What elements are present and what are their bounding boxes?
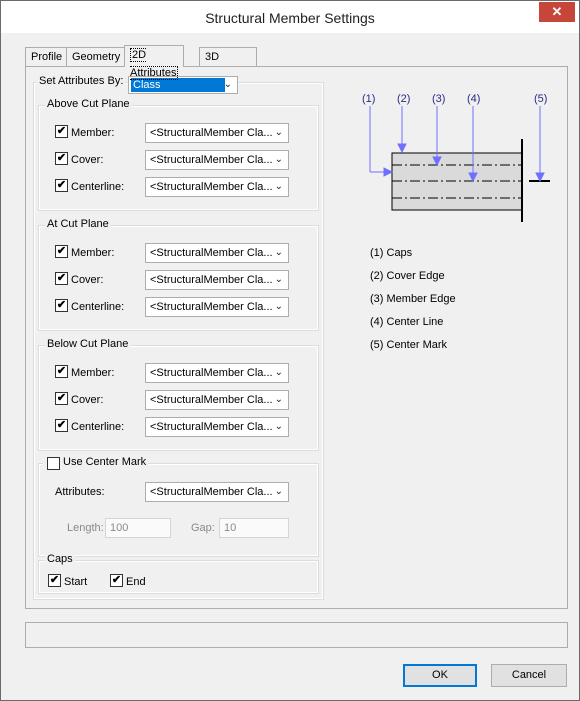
above-centerline-label: Centerline: (71, 181, 125, 193)
gap-label: Gap: (191, 522, 215, 534)
title-bar: Structural Member Settings ✕ (1, 1, 579, 33)
at-member-label: Member: (71, 247, 115, 259)
marker-2: (2) (397, 93, 410, 105)
tab-panel-2d-attributes: Set Attributes By: Class ⌄ Above Cut Pla… (25, 66, 568, 609)
caps-end-label: End (126, 576, 146, 588)
caps-group: Caps ✔ Start ✔ End (38, 553, 319, 594)
legend-cover-edge: (2) Cover Edge (370, 270, 445, 282)
below-member-select[interactable]: <StructuralMember Cla... ⌄ (145, 363, 289, 383)
legend-center-mark: (5) Center Mark (370, 339, 448, 351)
below-cover-checkbox[interactable]: ✔ (55, 392, 68, 405)
at-centerline-checkbox[interactable]: ✔ (55, 299, 68, 312)
above-cut-plane-group: Above Cut Plane ✔ Member: <StructuralMem… (38, 98, 319, 211)
chevron-down-icon: ⌄ (274, 181, 283, 192)
below-cut-plane-label: Below Cut Plane (45, 338, 131, 350)
chevron-down-icon: ⌄ (274, 301, 283, 312)
chevron-down-icon: ⌄ (274, 421, 283, 432)
below-centerline-checkbox[interactable]: ✔ (55, 419, 68, 432)
caps-start-label: Start (64, 576, 88, 588)
close-button[interactable]: ✕ (539, 2, 575, 22)
caps-start-checkbox[interactable]: ✔ (48, 574, 61, 587)
status-bar (25, 622, 568, 648)
at-member-select[interactable]: <StructuralMember Cla... ⌄ (145, 243, 289, 263)
chevron-down-icon: ⌄ (274, 274, 283, 285)
ok-button[interactable]: OK (403, 664, 477, 687)
at-cover-select[interactable]: <StructuralMember Cla... ⌄ (145, 270, 289, 290)
chevron-down-icon: ⌄ (274, 367, 283, 378)
gap-input[interactable]: 10 (219, 518, 289, 538)
below-member-checkbox[interactable]: ✔ (55, 365, 68, 378)
center-mark-attributes-select[interactable]: <StructuralMember Cla... ⌄ (145, 482, 289, 502)
at-cut-plane-label: At Cut Plane (45, 218, 111, 230)
set-attributes-group: Set Attributes By: Class ⌄ Above Cut Pla… (33, 75, 324, 600)
at-cut-plane-group: At Cut Plane ✔ Member: <StructuralMember… (38, 218, 319, 331)
marker-3: (3) (432, 93, 445, 105)
legend-caps: (1) Caps (370, 247, 413, 259)
at-centerline-label: Centerline: (71, 301, 125, 313)
tab-2d-attributes[interactable]: 2D Attributes (124, 45, 185, 80)
center-mark-attributes-label: Attributes: (55, 486, 105, 498)
above-member-label: Member: (71, 127, 115, 139)
below-cover-select[interactable]: <StructuralMember Cla... ⌄ (145, 390, 289, 410)
chevron-down-icon: ⌄ (274, 154, 283, 165)
length-label: Length: (67, 522, 104, 534)
tab-3d-attributes[interactable]: 3D Attributes (199, 47, 258, 81)
at-member-checkbox[interactable]: ✔ (55, 245, 68, 258)
marker-4: (4) (467, 93, 480, 105)
below-centerline-label: Centerline: (71, 421, 125, 433)
length-input[interactable]: 100 (105, 518, 171, 538)
chevron-down-icon: ⌄ (274, 247, 283, 258)
chevron-down-icon: ⌄ (274, 486, 283, 497)
at-cover-label: Cover: (71, 274, 104, 286)
above-cover-select[interactable]: <StructuralMember Cla... ⌄ (145, 150, 289, 170)
above-cut-plane-label: Above Cut Plane (45, 98, 132, 110)
above-cover-checkbox[interactable]: ✔ (55, 152, 68, 165)
at-cover-checkbox[interactable]: ✔ (55, 272, 68, 285)
above-cover-label: Cover: (71, 154, 104, 166)
tab-profile[interactable]: Profile (25, 47, 69, 66)
dialog-window: Structural Member Settings ✕ Profile Geo… (0, 0, 580, 701)
tab-geometry[interactable]: Geometry (66, 47, 127, 66)
center-mark-checkbox[interactable] (47, 457, 60, 470)
at-centerline-select[interactable]: <StructuralMember Cla... ⌄ (145, 297, 289, 317)
above-centerline-select[interactable]: <StructuralMember Cla... ⌄ (145, 177, 289, 197)
chevron-down-icon: ⌄ (274, 127, 283, 138)
chevron-down-icon: ⌄ (274, 394, 283, 405)
below-centerline-select[interactable]: <StructuralMember Cla... ⌄ (145, 417, 289, 437)
caps-end-checkbox[interactable]: ✔ (110, 574, 123, 587)
legend-member-edge: (3) Member Edge (370, 293, 456, 305)
chevron-down-icon: ⌄ (223, 79, 232, 90)
set-attributes-label: Set Attributes By: (37, 75, 126, 87)
marker-5: (5) (534, 93, 547, 105)
member-diagram: (1) (2) (3) (4) (5) (362, 93, 550, 222)
center-mark-group: Use Center Mark Attributes: <StructuralM… (38, 456, 319, 557)
marker-1: (1) (362, 93, 375, 105)
above-member-select[interactable]: <StructuralMember Cla... ⌄ (145, 123, 289, 143)
dialog-title: Structural Member Settings (205, 10, 375, 26)
above-centerline-checkbox[interactable]: ✔ (55, 179, 68, 192)
cancel-button[interactable]: Cancel (491, 664, 567, 687)
below-cover-label: Cover: (71, 394, 104, 406)
below-member-label: Member: (71, 367, 115, 379)
below-cut-plane-group: Below Cut Plane ✔ Member: <StructuralMem… (38, 338, 319, 451)
above-member-checkbox[interactable]: ✔ (55, 125, 68, 138)
legend-center-line: (4) Center Line (370, 316, 444, 328)
caps-label: Caps (45, 553, 75, 565)
